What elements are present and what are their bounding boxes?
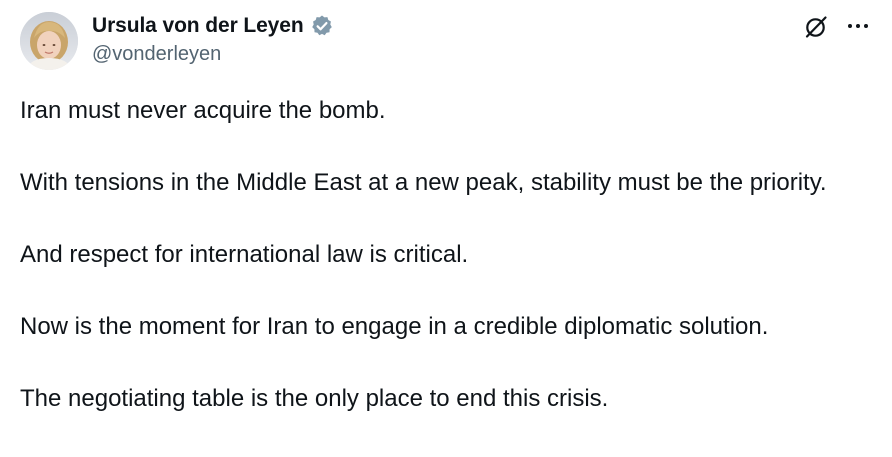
tweet-paragraph: Now is the moment for Iran to engage in … [20,313,769,340]
author-handle[interactable]: @vonderleyen [92,43,221,66]
tweet-paragraph: And respect for international law is cri… [20,241,469,268]
tweet-paragraph: The negotiating table is the only place … [20,385,609,412]
tweet-paragraph: Iran must never acquire the bomb. [20,97,386,124]
author-display-name[interactable]: Ursula von der Leyen [92,14,304,38]
avatar-photo-icon [20,12,78,70]
tweet-card: Ursula von der Leyen @vonderleyen Iran m… [0,0,892,457]
tweet-paragraph: With tensions in the Middle East at a ne… [20,169,827,196]
verified-badge-icon[interactable] [310,14,334,38]
grok-icon[interactable] [803,14,829,40]
more-options-icon[interactable] [845,13,871,39]
avatar[interactable] [20,12,78,70]
author-name-row: Ursula von der Leyen [92,12,334,40]
tweet-text: Iran must never acquire the bomb. With t… [20,94,880,416]
